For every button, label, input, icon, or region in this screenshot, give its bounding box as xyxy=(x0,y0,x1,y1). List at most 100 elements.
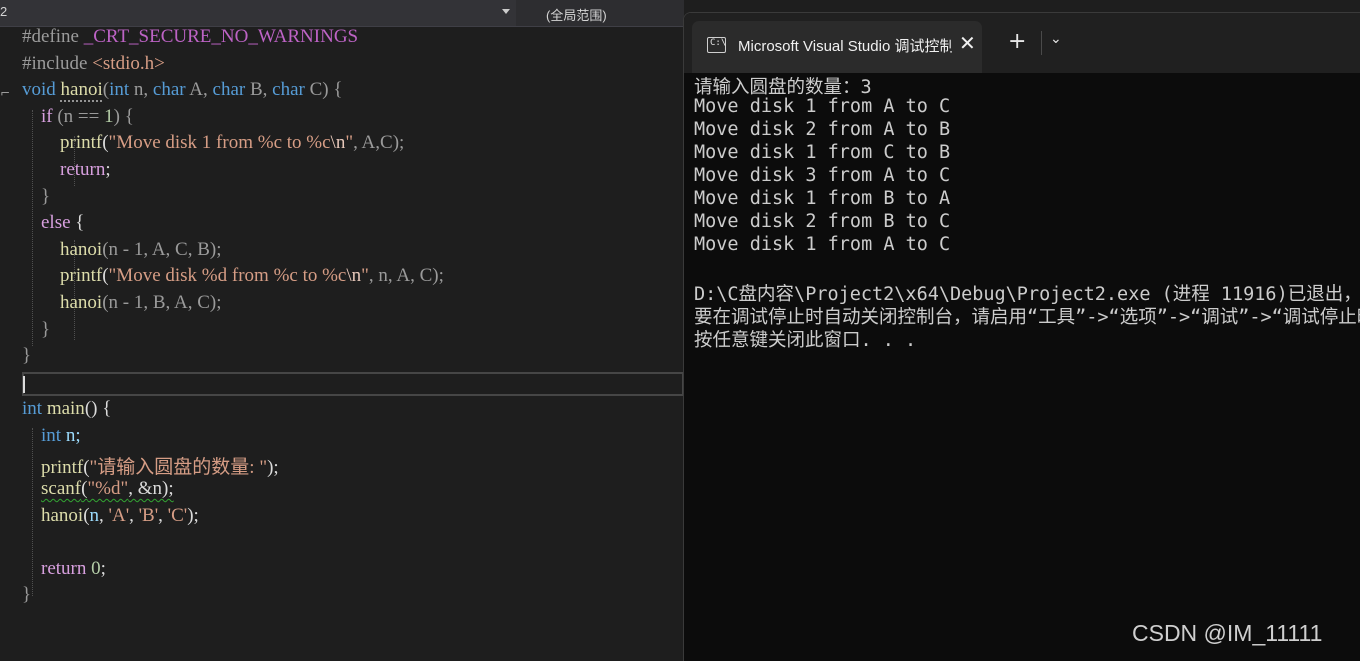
char-literal: 'B' xyxy=(138,504,159,526)
collapse-marker[interactable]: ⌐ xyxy=(0,86,12,100)
code-line-8: else { xyxy=(22,212,684,239)
console-output[interactable]: 请输入圆盘的数量：3 Move disk 1 from A to C Move … xyxy=(694,73,1360,351)
keyword: char xyxy=(152,79,186,101)
parameter: B, xyxy=(245,79,273,101)
keyword: else xyxy=(41,212,71,234)
navigation-bar: 2 (全局范围) xyxy=(0,0,684,27)
punctuation: { xyxy=(70,212,85,234)
code-line-6: return; xyxy=(22,159,684,186)
char-literal: 'C' xyxy=(167,504,188,526)
punctuation: } xyxy=(22,345,32,367)
chevron-down-icon[interactable]: ⌄ xyxy=(1050,31,1062,47)
parameter: A, xyxy=(185,79,213,101)
debug-console-window[interactable]: C:\ Microsoft Visual Studio 调试控制台 ✕ + ⌄ … xyxy=(683,12,1360,661)
function-name: hanoi xyxy=(60,291,103,313)
arguments: (n - 1, B, A, C); xyxy=(102,291,222,313)
console-line: 按任意键关闭此窗口. . . xyxy=(694,330,917,351)
macro-name: _CRT_SECURE_NO_WARNINGS xyxy=(83,26,359,47)
code-line-16: int n; xyxy=(22,425,684,452)
code-line-19: hanoi(n, 'A', 'B', 'C'); xyxy=(22,505,684,532)
code-editor[interactable]: 2 (全局范围) ⌐ #define _CRT_SECURE_NO_WARNIN… xyxy=(0,0,684,660)
keyword: if xyxy=(41,105,53,127)
function-name: printf xyxy=(60,132,103,154)
preprocessor-directive: #define xyxy=(22,26,84,47)
console-line: Move disk 1 from A to C xyxy=(694,96,951,117)
keyword: int xyxy=(109,79,130,101)
console-line: Move disk 1 from B to A xyxy=(694,188,951,209)
dropdown-arrow-icon[interactable] xyxy=(502,9,510,14)
number-literal: 0 xyxy=(91,557,101,579)
code-line-4: if (n == 1) { xyxy=(22,106,684,133)
code-line-2: #include <stdio.h> xyxy=(22,53,684,80)
punctuation: } xyxy=(22,584,32,606)
string-literal: "请输入圆盘的数量: " xyxy=(89,456,268,478)
punctuation: , xyxy=(129,504,139,526)
console-line: Move disk 2 from B to C xyxy=(694,211,951,232)
function-name: hanoi xyxy=(60,79,103,101)
include-file: <stdio.h> xyxy=(92,52,165,74)
code-line-5: printf("Move disk 1 from %c to %c\n", A,… xyxy=(22,132,684,159)
terminal-tab-strip: C:\ Microsoft Visual Studio 调试控制台 ✕ + ⌄ xyxy=(684,13,1360,73)
punctuation: ; xyxy=(105,158,111,180)
keyword: return xyxy=(41,557,87,579)
code-line-11: hanoi(n - 1, B, A, C); xyxy=(22,292,684,319)
keyword: void xyxy=(22,79,56,101)
console-icon: C:\ xyxy=(707,37,726,53)
scope-dropdown-label: (全局范围) xyxy=(546,8,607,23)
console-line: D:\C盘内容\Project2\x64\Debug\Project2.exe … xyxy=(694,284,1360,305)
code-line-12: } xyxy=(22,319,684,346)
function-name: main xyxy=(46,398,85,420)
code-line-7: } xyxy=(22,186,684,213)
string-literal: " xyxy=(345,132,354,154)
close-icon[interactable]: ✕ xyxy=(959,31,979,55)
keyword: char xyxy=(272,79,305,101)
escape-sequence: \n xyxy=(330,132,346,154)
code-line-3: void hanoi(int n, char A, char B, char C… xyxy=(22,79,684,106)
string-literal: " xyxy=(361,265,369,287)
function-name: printf xyxy=(60,265,103,287)
keyword: int xyxy=(22,398,43,420)
keyword: char xyxy=(212,79,246,101)
plus-icon[interactable]: + xyxy=(1008,29,1026,55)
arguments: , &n); xyxy=(128,478,174,500)
project-dropdown[interactable]: 2 xyxy=(0,0,516,26)
project-dropdown-label: 2 xyxy=(0,4,8,19)
tab-separator xyxy=(1041,31,1042,55)
string-literal: "%d" xyxy=(87,478,129,500)
console-line: 请输入圆盘的数量：3 xyxy=(694,77,872,98)
console-tab[interactable]: C:\ Microsoft Visual Studio 调试控制台 ✕ xyxy=(692,21,982,73)
function-name: printf xyxy=(41,456,84,478)
code-line-22: } xyxy=(22,584,684,611)
punctuation: } xyxy=(41,185,51,207)
parameter: C) { xyxy=(304,79,343,101)
code-line-13: } xyxy=(22,345,684,372)
keyword: int xyxy=(41,424,62,446)
function-name: scanf xyxy=(41,478,82,500)
code-line-15: int main() { xyxy=(22,398,684,425)
arguments: , n, A, C); xyxy=(368,265,444,287)
scope-dropdown[interactable]: (全局范围) xyxy=(530,0,684,26)
punctuation: ; xyxy=(100,557,106,579)
punctuation: } xyxy=(41,318,51,340)
code-line-21: return 0; xyxy=(22,558,684,585)
punctuation: , xyxy=(158,504,168,526)
char-literal: 'A' xyxy=(108,504,130,526)
parameter: n, xyxy=(129,79,153,101)
code-line-9: hanoi(n - 1, A, C, B); xyxy=(22,239,684,266)
function-name: hanoi xyxy=(60,238,103,260)
variable: n; xyxy=(61,424,81,446)
code-line-10: printf("Move disk %d from %c to %c\n", n… xyxy=(22,265,684,292)
console-line: 要在调试停止时自动关闭控制台，请启用“工具”->“选项”->“调试”->“调试停… xyxy=(694,307,1360,328)
expression: (n == xyxy=(52,105,105,127)
function-name: hanoi xyxy=(41,504,84,526)
arguments: , A,C); xyxy=(353,132,405,154)
punctuation: ) { xyxy=(113,105,134,127)
keyword: return xyxy=(60,158,106,180)
code-lines[interactable]: #define _CRT_SECURE_NO_WARNINGS #include… xyxy=(22,26,684,611)
console-icon-label: C:\ xyxy=(710,38,727,48)
console-line: Move disk 2 from A to B xyxy=(694,119,951,140)
console-line: Move disk 1 from C to B xyxy=(694,142,951,163)
escape-sequence: \n xyxy=(346,265,362,287)
arguments: (n - 1, A, C, B); xyxy=(102,238,222,260)
console-tab-title: Microsoft Visual Studio 调试控制台 xyxy=(738,38,952,55)
